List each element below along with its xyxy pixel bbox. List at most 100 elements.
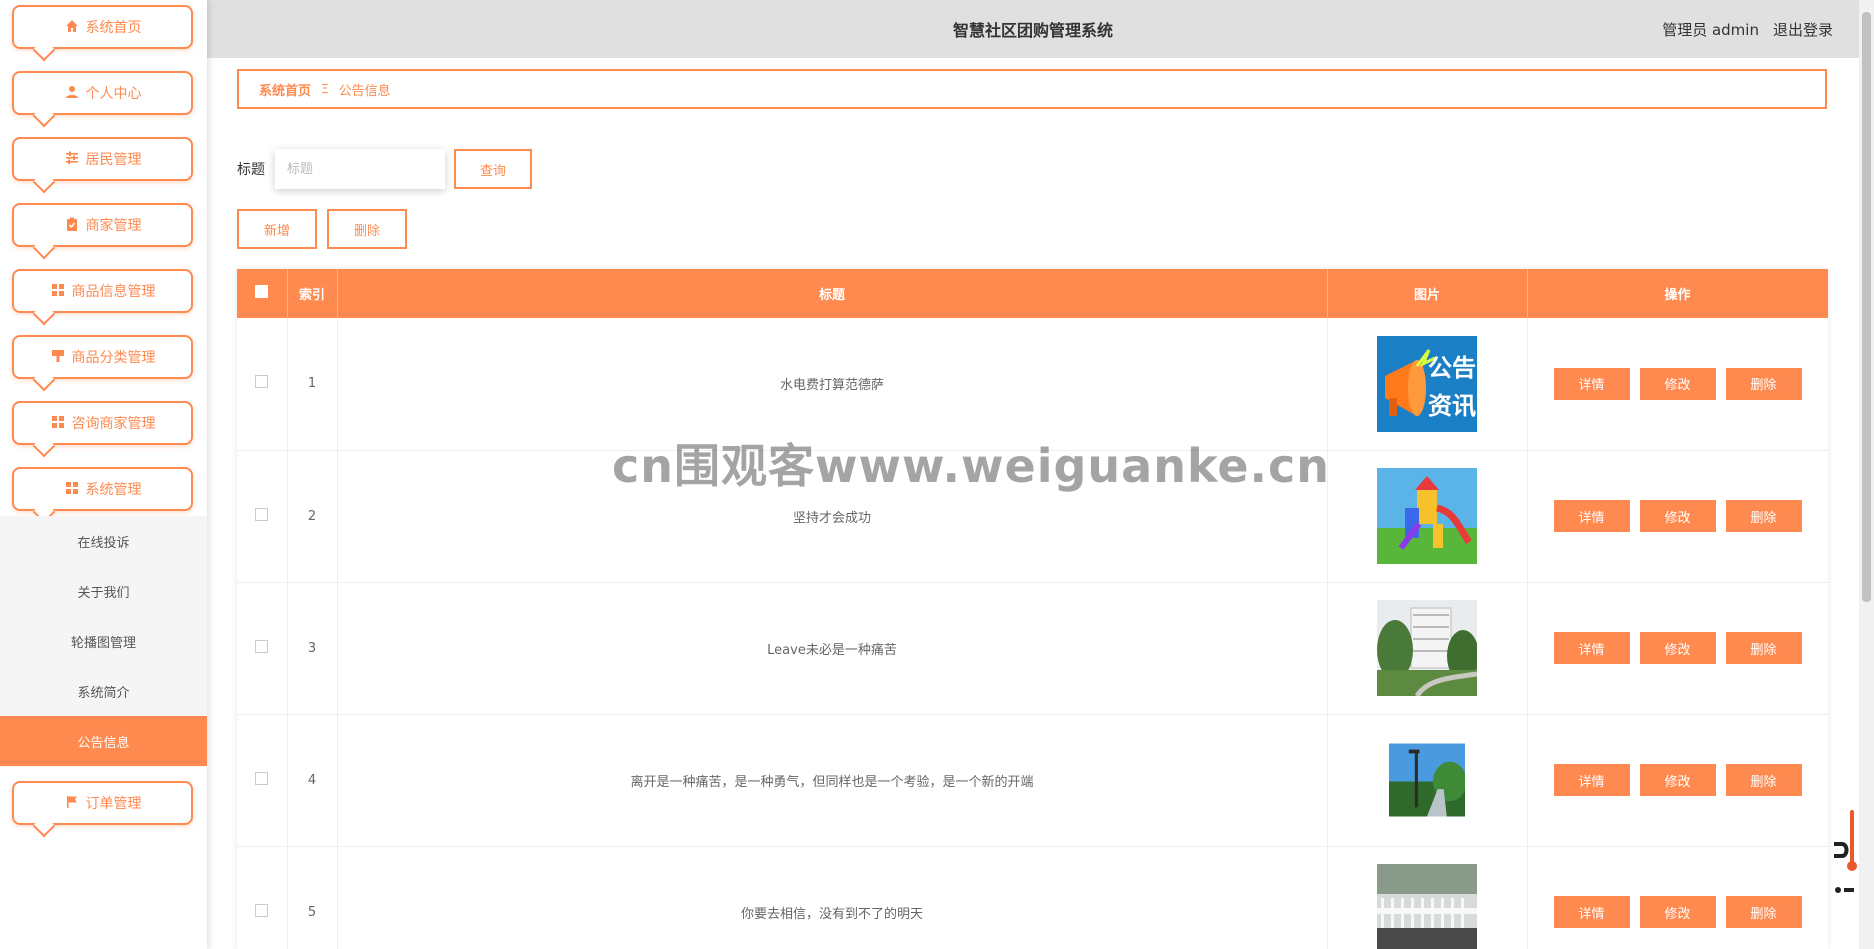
row-delete-button[interactable]: 删除 <box>1725 632 1802 664</box>
search-bar: 标题 查询 <box>237 149 532 189</box>
top-header: 智慧社区团购管理系统 管理员 admin 退出登录 <box>207 0 1859 58</box>
row-title: 坚持才会成功 <box>337 450 1328 583</box>
detail-button[interactable]: 详情 <box>1553 896 1630 928</box>
image-text-2: 资讯 <box>1428 392 1476 420</box>
select-all-header <box>237 269 288 318</box>
sidebar: 系统首页 个人中心 居民管理 商家管理 商品信息管理 商品分类管理 咨询商家管理… <box>0 0 207 949</box>
notice-image-fence <box>1377 864 1477 949</box>
user-area: 管理员 admin 退出登录 <box>1662 0 1833 58</box>
sidebar-item-label: 个人中心 <box>85 86 142 102</box>
detail-button[interactable]: 详情 <box>1553 500 1630 532</box>
sub-item-notices[interactable]: 公告信息 <box>0 716 207 766</box>
column-header-ops: 操作 <box>1527 269 1828 318</box>
breadcrumb-separator-icon: Ξ <box>321 82 329 96</box>
system-submenu: 在线投诉 关于我们 轮播图管理 系统简介 公告信息 <box>0 516 207 767</box>
sidebar-item-home[interactable]: 系统首页 <box>12 5 193 49</box>
sidebar-item-system[interactable]: 系统管理 <box>12 467 193 511</box>
user-icon <box>64 85 80 101</box>
sidebar-item-label: 商品分类管理 <box>71 350 156 366</box>
sidebar-item-label: 系统首页 <box>85 20 142 36</box>
user-name: 管理员 admin <box>1662 20 1759 39</box>
row-ops: 详情 修改 删除 <box>1527 714 1828 847</box>
sidebar-item-label: 咨询商家管理 <box>71 416 156 432</box>
action-bar: 新增 删除 <box>237 209 407 249</box>
sidebar-item-label: 商家管理 <box>85 218 142 234</box>
row-checkbox[interactable] <box>255 507 269 521</box>
row-index: 1 <box>287 318 338 451</box>
sub-item-complaints[interactable]: 在线投诉 <box>0 516 207 566</box>
breadcrumb-current: 公告信息 <box>338 83 391 99</box>
brush-icon <box>50 349 66 365</box>
notice-image-playground <box>1377 468 1477 564</box>
sidebar-item-orders[interactable]: 订单管理 <box>12 781 193 825</box>
edit-button[interactable]: 修改 <box>1639 632 1716 664</box>
row-title: 你要去相信，没有到不了的明天 <box>337 846 1328 949</box>
row-delete-button[interactable]: 删除 <box>1725 764 1802 796</box>
row-index: 4 <box>287 714 338 847</box>
row-delete-button[interactable]: 删除 <box>1725 367 1802 400</box>
edit-button[interactable]: 修改 <box>1639 896 1716 928</box>
row-checkbox[interactable] <box>255 903 269 917</box>
detail-button[interactable]: 详情 <box>1553 764 1630 796</box>
app-title: 智慧社区团购管理系统 <box>952 21 1113 40</box>
row-ops: 详情 修改 删除 <box>1527 582 1828 715</box>
grid-icon <box>50 415 66 431</box>
sidebar-item-merchants[interactable]: 商家管理 <box>12 203 193 247</box>
sidebar-item-label: 系统管理 <box>85 482 142 498</box>
row-ops: 详情 修改 删除 <box>1527 450 1828 583</box>
table-row: 1 水电费打算范德萨 公告 资讯 详情 修改 删除 <box>237 318 1828 451</box>
sidebar-item-products[interactable]: 商品信息管理 <box>12 269 193 313</box>
sliders-icon <box>64 151 80 167</box>
table-row: 4 离开是一种痛苦，是一种勇气，但同样也是一个考验，是一个新的开端 详情 修改 <box>237 714 1828 847</box>
sidebar-item-categories[interactable]: 商品分类管理 <box>12 335 193 379</box>
grid-icon <box>50 283 66 299</box>
sub-item-about[interactable]: 关于我们 <box>0 566 207 616</box>
row-index: 2 <box>287 450 338 583</box>
sidebar-item-residents[interactable]: 居民管理 <box>12 137 193 181</box>
edit-button[interactable]: 修改 <box>1639 764 1716 796</box>
logout-link[interactable]: 退出登录 <box>1773 19 1833 40</box>
notice-image-streetlight <box>1389 743 1465 817</box>
add-button[interactable]: 新增 <box>237 209 317 249</box>
vertical-scrollbar[interactable] <box>1859 0 1874 949</box>
row-image-cell <box>1327 714 1528 847</box>
table-row: 3 Leave未必是一种痛苦 详情 修改 删除 <box>237 582 1828 715</box>
breadcrumb: 系统首页 Ξ 公告信息 <box>237 69 1827 109</box>
grid-icon <box>64 481 80 497</box>
sidebar-item-profile[interactable]: 个人中心 <box>12 71 193 115</box>
column-header-title: 标题 <box>337 269 1328 318</box>
row-checkbox[interactable] <box>255 375 269 389</box>
detail-button[interactable]: 详情 <box>1553 367 1630 400</box>
floating-widget-icon[interactable] <box>1834 810 1860 910</box>
row-ops: 详情 修改 删除 <box>1527 846 1828 949</box>
row-delete-button[interactable]: 删除 <box>1725 500 1802 532</box>
row-checkbox[interactable] <box>255 639 269 653</box>
detail-button[interactable]: 详情 <box>1553 632 1630 664</box>
sub-item-intro[interactable]: 系统简介 <box>0 666 207 716</box>
notice-table: 索引 标题 图片 操作 1 水电费打算范德萨 公告 资讯 详情 修改 删除 2 … <box>237 269 1828 949</box>
clipboard-icon <box>64 217 80 233</box>
row-delete-button[interactable]: 删除 <box>1725 896 1802 928</box>
sidebar-item-consult[interactable]: 咨询商家管理 <box>12 401 193 445</box>
row-checkbox[interactable] <box>255 771 269 785</box>
row-title: 水电费打算范德萨 <box>337 318 1328 451</box>
query-button[interactable]: 查询 <box>454 149 532 189</box>
edit-button[interactable]: 修改 <box>1639 367 1716 400</box>
sub-item-carousel[interactable]: 轮播图管理 <box>0 616 207 666</box>
row-index: 3 <box>287 582 338 715</box>
delete-button[interactable]: 删除 <box>327 209 407 249</box>
sidebar-item-label: 订单管理 <box>85 796 142 812</box>
row-image-cell <box>1327 450 1528 583</box>
breadcrumb-home[interactable]: 系统首页 <box>259 80 311 99</box>
scrollbar-thumb[interactable] <box>1862 12 1871 602</box>
search-input[interactable] <box>275 149 445 189</box>
row-title: Leave未必是一种痛苦 <box>337 582 1328 715</box>
search-label: 标题 <box>237 162 265 178</box>
select-all-checkbox[interactable] <box>255 285 269 298</box>
notice-image-building <box>1377 600 1477 696</box>
edit-button[interactable]: 修改 <box>1639 500 1716 532</box>
table-row: 5 你要去相信，没有到不了的明天 详情 修改 删除 <box>237 846 1828 949</box>
column-header-index: 索引 <box>287 269 338 318</box>
table-header-row: 索引 标题 图片 操作 <box>237 269 1828 318</box>
table-row: 2 坚持才会成功 详情 修改 删除 <box>237 450 1828 583</box>
